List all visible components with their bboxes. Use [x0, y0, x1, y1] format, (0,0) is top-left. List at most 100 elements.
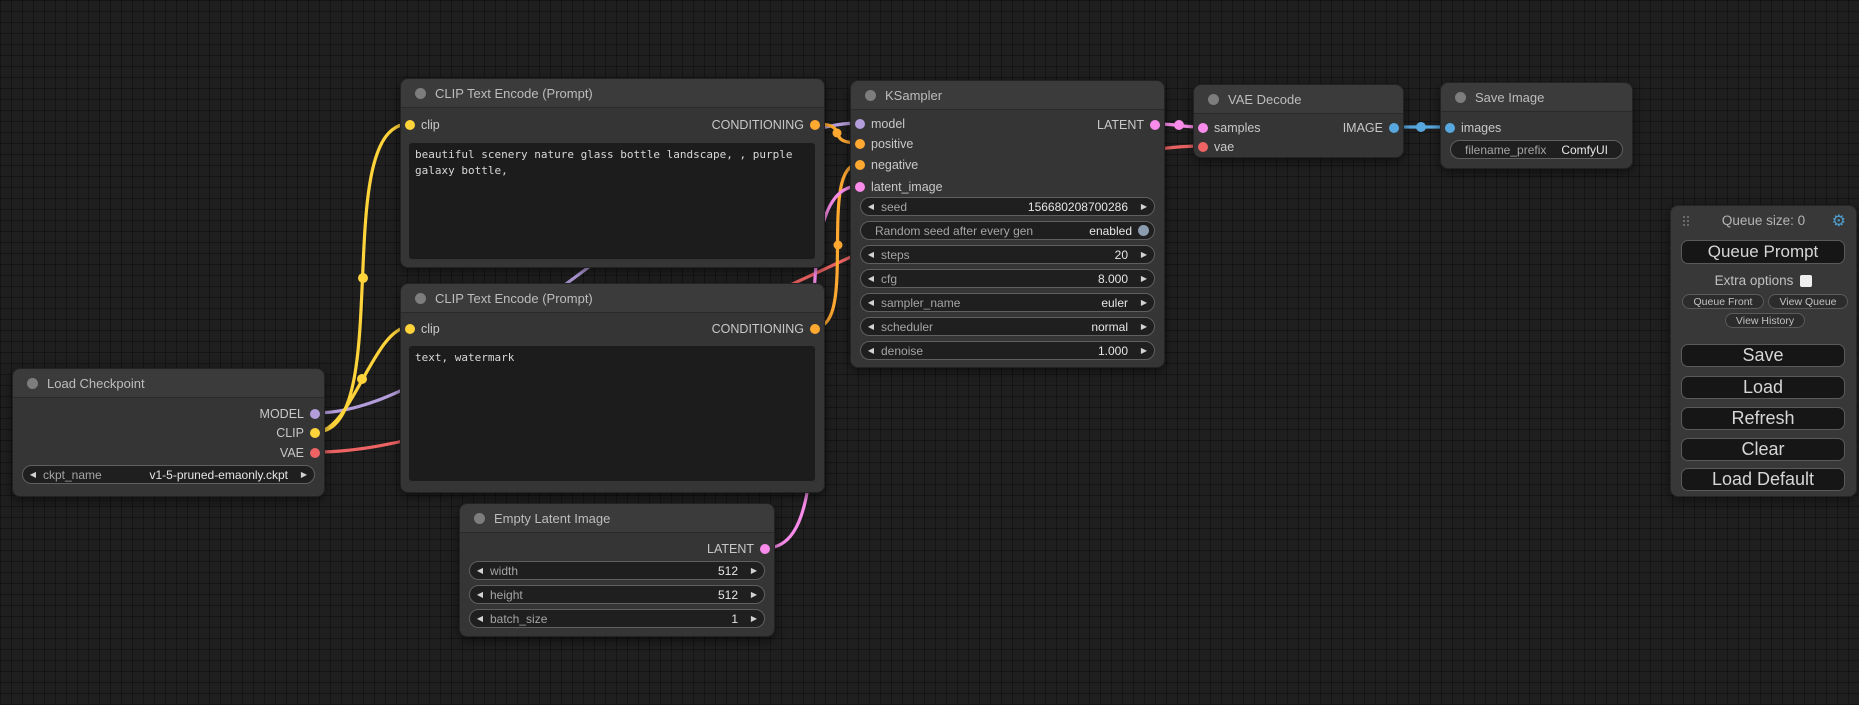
positive-input-dot[interactable] — [855, 139, 865, 149]
increment-arrow-icon[interactable]: ▶ — [744, 586, 764, 603]
view-queue-button[interactable]: View Queue — [1768, 294, 1848, 309]
samples-input-dot[interactable] — [1198, 123, 1208, 133]
seed-widget[interactable]: ◀ seed 156680208700286 ▶ — [860, 197, 1155, 216]
increment-arrow-icon[interactable]: ▶ — [1134, 198, 1154, 215]
cfg-widget[interactable]: ◀ cfg 8.000 ▶ — [860, 269, 1155, 288]
gear-icon[interactable]: ⚙ — [1832, 211, 1846, 231]
queue-panel: Queue size: 0 ⚙ Queue Prompt Extra optio… — [1670, 205, 1857, 497]
steps-widget[interactable]: ◀ steps 20 ▶ — [860, 245, 1155, 264]
clip-input-dot[interactable] — [405, 120, 415, 130]
refresh-button[interactable]: Refresh — [1681, 407, 1845, 430]
model-output-dot[interactable] — [310, 409, 320, 419]
conditioning-output-dot[interactable] — [810, 324, 820, 334]
collapse-dot-icon[interactable] — [474, 513, 485, 524]
increment-arrow-icon[interactable]: ▶ — [744, 562, 764, 579]
node-title-bar[interactable]: VAE Decode — [1194, 85, 1403, 114]
collapse-dot-icon[interactable] — [27, 378, 38, 389]
load-default-button[interactable]: Load Default — [1681, 468, 1845, 491]
node-title-bar[interactable]: Load Checkpoint — [13, 369, 324, 398]
collapse-dot-icon[interactable] — [1208, 94, 1219, 105]
decrement-arrow-icon[interactable]: ◀ — [861, 246, 881, 263]
output-slot-latent: LATENT — [707, 542, 754, 556]
model-input-dot[interactable] — [855, 119, 865, 129]
latent-output-dot[interactable] — [760, 544, 770, 554]
clear-button[interactable]: Clear — [1681, 438, 1845, 461]
node-title-bar[interactable]: CLIP Text Encode (Prompt) — [401, 79, 824, 108]
input-slot-negative: negative — [871, 158, 918, 172]
latent-input-dot[interactable] — [855, 182, 865, 192]
images-input-dot[interactable] — [1445, 123, 1455, 133]
decrement-arrow-icon[interactable]: ◀ — [861, 198, 881, 215]
conditioning-output-dot[interactable] — [810, 120, 820, 130]
prompt-textarea[interactable]: text, watermark — [409, 346, 815, 481]
decrement-arrow-icon[interactable]: ◀ — [470, 610, 490, 627]
output-slot-vae: VAE — [280, 446, 304, 460]
decrement-arrow-icon[interactable]: ◀ — [861, 270, 881, 287]
vae-output-dot[interactable] — [310, 448, 320, 458]
node-title-bar[interactable]: CLIP Text Encode (Prompt) — [401, 284, 824, 313]
node-save-image[interactable]: Save Image images filename_prefix ComfyU… — [1440, 82, 1633, 169]
clip-output-dot[interactable] — [310, 428, 320, 438]
increment-arrow-icon[interactable]: ▶ — [294, 466, 314, 483]
increment-arrow-icon[interactable]: ▶ — [1134, 318, 1154, 335]
width-widget[interactable]: ◀ width 512 ▶ — [469, 561, 765, 580]
node-title-bar[interactable]: KSampler — [851, 81, 1164, 110]
decrement-arrow-icon[interactable]: ◀ — [861, 342, 881, 359]
clip-input-dot[interactable] — [405, 324, 415, 334]
input-slot-vae: vae — [1214, 140, 1234, 154]
increment-arrow-icon[interactable]: ▶ — [1134, 294, 1154, 311]
toggle-indicator-icon — [1138, 225, 1149, 236]
vae-input-dot[interactable] — [1198, 142, 1208, 152]
node-vae-decode[interactable]: VAE Decode samples vae IMAGE — [1193, 84, 1404, 158]
image-output-dot[interactable] — [1389, 123, 1399, 133]
sampler-name-widget[interactable]: ◀ sampler_name euler ▶ — [860, 293, 1155, 312]
input-slot-clip: clip — [421, 118, 440, 132]
node-clip-text-encode-positive[interactable]: CLIP Text Encode (Prompt) clip CONDITION… — [400, 78, 825, 268]
collapse-dot-icon[interactable] — [865, 90, 876, 101]
increment-arrow-icon[interactable]: ▶ — [1134, 342, 1154, 359]
output-slot-image: IMAGE — [1343, 121, 1383, 135]
output-slot-latent: LATENT — [1097, 118, 1144, 132]
decrement-arrow-icon[interactable]: ◀ — [470, 586, 490, 603]
decrement-arrow-icon[interactable]: ◀ — [861, 294, 881, 311]
increment-arrow-icon[interactable]: ▶ — [1134, 270, 1154, 287]
extra-options-checkbox[interactable] — [1800, 275, 1812, 287]
height-widget[interactable]: ◀ height 512 ▶ — [469, 585, 765, 604]
save-button[interactable]: Save — [1681, 344, 1845, 367]
prompt-textarea[interactable]: beautiful scenery nature glass bottle la… — [409, 143, 815, 259]
decrement-arrow-icon[interactable]: ◀ — [23, 466, 43, 483]
decrement-arrow-icon[interactable]: ◀ — [470, 562, 490, 579]
node-empty-latent-image[interactable]: Empty Latent Image LATENT ◀ width 512 ▶ … — [459, 503, 775, 637]
ckpt-name-widget[interactable]: ◀ ckpt_name v1-5-pruned-emaonly.ckpt ▶ — [22, 465, 315, 484]
scheduler-widget[interactable]: ◀ scheduler normal ▶ — [860, 317, 1155, 336]
node-ksampler[interactable]: KSampler model positive negative latent_… — [850, 80, 1165, 368]
decrement-arrow-icon[interactable]: ◀ — [861, 318, 881, 335]
node-title-bar[interactable]: Empty Latent Image — [460, 504, 774, 533]
queue-front-button[interactable]: Queue Front — [1682, 294, 1764, 309]
latent-output-dot[interactable] — [1150, 120, 1160, 130]
increment-arrow-icon[interactable]: ▶ — [744, 610, 764, 627]
increment-arrow-icon[interactable]: ▶ — [1134, 246, 1154, 263]
random-seed-toggle[interactable]: Random seed after every gen enabled — [860, 221, 1155, 240]
collapse-dot-icon[interactable] — [415, 88, 426, 99]
denoise-widget[interactable]: ◀ denoise 1.000 ▶ — [860, 341, 1155, 360]
collapse-dot-icon[interactable] — [415, 293, 426, 304]
collapse-dot-icon[interactable] — [1455, 92, 1466, 103]
node-title-bar[interactable]: Save Image — [1441, 83, 1632, 112]
node-title: Save Image — [1475, 90, 1544, 105]
load-button[interactable]: Load — [1681, 376, 1845, 399]
output-slot-conditioning: CONDITIONING — [712, 322, 804, 336]
node-title: Load Checkpoint — [47, 376, 145, 391]
node-clip-text-encode-negative[interactable]: CLIP Text Encode (Prompt) clip CONDITION… — [400, 283, 825, 493]
node-title: KSampler — [885, 88, 942, 103]
node-graph-canvas[interactable]: Load Checkpoint MODEL CLIP VAE ◀ ckpt_na… — [0, 0, 1859, 705]
filename-prefix-widget[interactable]: filename_prefix ComfyUI — [1450, 140, 1623, 159]
node-title: VAE Decode — [1228, 92, 1301, 107]
batch-size-widget[interactable]: ◀ batch_size 1 ▶ — [469, 609, 765, 628]
view-history-button[interactable]: View History — [1725, 313, 1805, 328]
node-title: CLIP Text Encode (Prompt) — [435, 86, 593, 101]
node-load-checkpoint[interactable]: Load Checkpoint MODEL CLIP VAE ◀ ckpt_na… — [12, 368, 325, 497]
negative-input-dot[interactable] — [855, 160, 865, 170]
input-slot-positive: positive — [871, 137, 913, 151]
queue-prompt-button[interactable]: Queue Prompt — [1681, 240, 1845, 264]
